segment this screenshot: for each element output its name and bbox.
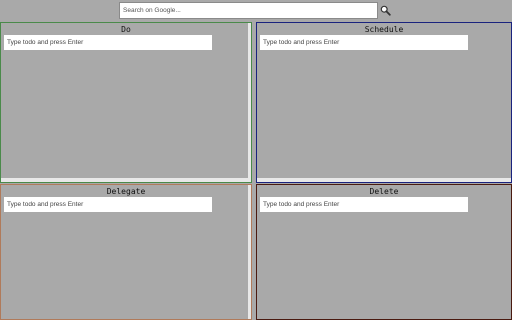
quadrant-title-schedule: Schedule (364, 25, 404, 34)
todo-input-delete[interactable] (260, 197, 468, 212)
todo-input-schedule[interactable] (260, 35, 468, 50)
search-input[interactable] (119, 2, 378, 19)
quadrant-do: Do (0, 22, 252, 183)
quadrant-delete: Delete (256, 184, 512, 320)
todo-input-do[interactable] (4, 35, 212, 50)
search-button[interactable] (380, 5, 391, 16)
quadrant-footer (257, 178, 511, 182)
quadrant-title-do: Do (121, 25, 131, 34)
quadrant-divider (248, 23, 251, 182)
quadrant-delegate: Delegate (0, 184, 252, 320)
quadrant-schedule: Schedule (256, 22, 512, 183)
quadrant-title-delete: Delete (369, 187, 399, 196)
quadrant-divider (248, 185, 251, 319)
magnifier-icon (380, 5, 391, 16)
quadrant-footer (1, 178, 251, 182)
quadrant-title-delegate: Delegate (106, 187, 146, 196)
top-bar (0, 0, 512, 22)
todo-input-delegate[interactable] (4, 197, 212, 212)
